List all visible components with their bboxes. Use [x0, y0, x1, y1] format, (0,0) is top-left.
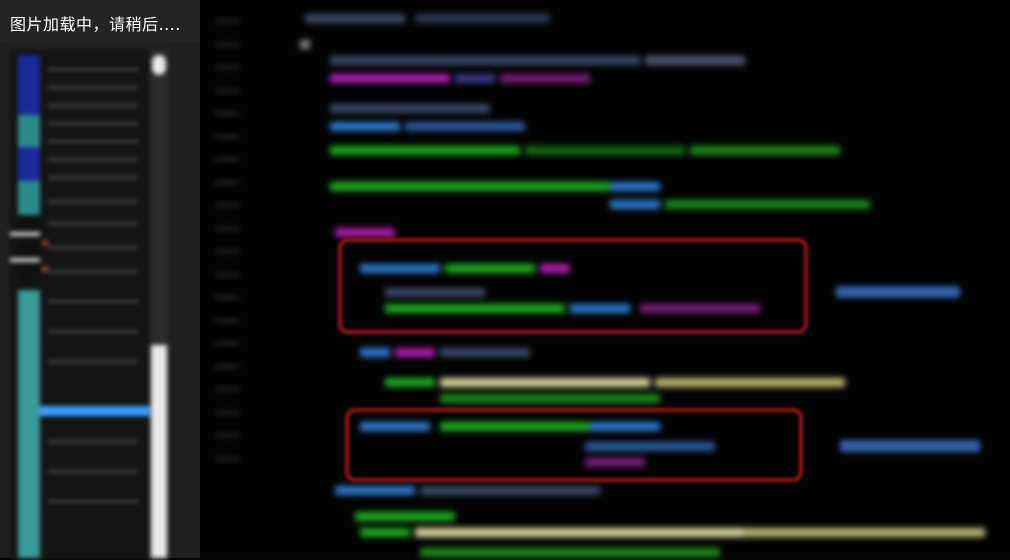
code-token [500, 74, 590, 83]
annotation-note-2 [840, 440, 980, 452]
code-token [420, 486, 600, 495]
loading-text: 图片加载中，请稍后.... [10, 15, 181, 34]
code-token [330, 56, 640, 65]
code-token [525, 146, 685, 155]
code-token [300, 40, 310, 49]
code-token [440, 394, 660, 403]
code-token [330, 182, 610, 191]
code-token [420, 548, 720, 557]
code-token [330, 74, 450, 83]
code-token [355, 512, 455, 521]
code-token [645, 56, 745, 65]
code-token [385, 378, 435, 387]
code-token [610, 200, 660, 209]
code-token [330, 146, 520, 155]
code-token [305, 14, 405, 23]
code-token [455, 74, 495, 83]
highlight-box-2 [345, 408, 803, 482]
annotation-note-1 [836, 286, 960, 298]
code-token [415, 528, 745, 537]
code-token [440, 348, 530, 357]
code-token [330, 104, 490, 113]
code-token [415, 14, 550, 23]
code-token [335, 228, 395, 237]
code-token [405, 122, 525, 131]
code-token [395, 348, 435, 357]
code-token [610, 182, 660, 191]
code-token [330, 122, 400, 131]
code-token [335, 486, 415, 495]
code-token [360, 348, 390, 357]
highlight-box-1 [338, 238, 808, 334]
code-token [360, 528, 410, 537]
code-token [665, 200, 870, 209]
code-token [690, 146, 840, 155]
code-token [440, 378, 650, 387]
code-token [745, 528, 985, 537]
code-token [655, 378, 845, 387]
